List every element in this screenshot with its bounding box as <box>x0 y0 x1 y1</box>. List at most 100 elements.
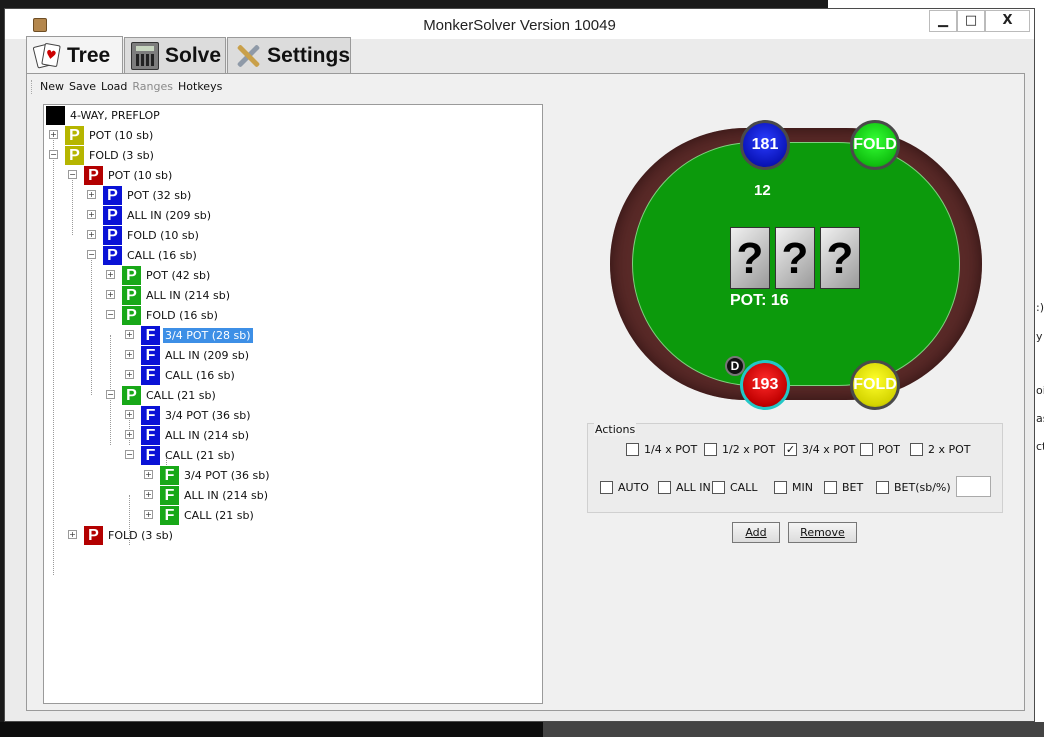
board-card[interactable]: ? <box>775 227 815 289</box>
tree-node-label: POT (32 sb) <box>127 188 192 202</box>
checkbox-icon[interactable] <box>774 481 787 494</box>
tree-node-label: FOLD (3 sb) <box>108 528 173 542</box>
tree-node[interactable]: F CALL (21 sb) <box>160 505 256 525</box>
checkbox-icon[interactable] <box>860 443 873 456</box>
action-checkbox[interactable]: BET(sb/%) <box>876 481 951 494</box>
tree-node[interactable]: P FOLD (3 sb) <box>65 145 156 165</box>
tree-node-label: 3/4 POT (28 sb) <box>163 327 253 343</box>
checkbox-icon[interactable] <box>626 443 639 456</box>
expand-icon[interactable]: + <box>125 350 134 359</box>
tree-node[interactable]: F CALL (21 sb) <box>141 445 237 465</box>
collapse-icon[interactable]: − <box>106 310 115 319</box>
checkbox-icon[interactable] <box>712 481 725 494</box>
expand-icon[interactable]: + <box>144 490 153 499</box>
action-checkbox-label: ALL IN <box>676 481 711 494</box>
save-button[interactable]: Save <box>69 80 96 93</box>
tree-node[interactable]: P FOLD (3 sb) <box>84 525 175 545</box>
action-checkbox-label: MIN <box>792 481 813 494</box>
tree-node[interactable]: F ALL IN (214 sb) <box>141 425 251 445</box>
expand-icon[interactable]: + <box>125 370 134 379</box>
new-button[interactable]: New <box>40 80 64 93</box>
expand-icon[interactable]: + <box>144 470 153 479</box>
tree-node-label: FOLD (10 sb) <box>127 228 199 242</box>
seat-bottom-left[interactable]: 193 <box>740 360 790 410</box>
checkbox-icon[interactable] <box>910 443 923 456</box>
expand-icon[interactable]: + <box>106 270 115 279</box>
tree-node[interactable]: P POT (32 sb) <box>103 185 193 205</box>
action-checkbox[interactable]: CALL <box>712 481 757 494</box>
tree-node[interactable]: P FOLD (10 sb) <box>103 225 201 245</box>
expand-icon[interactable]: + <box>87 210 96 219</box>
tree-node[interactable]: P ALL IN (214 sb) <box>122 285 232 305</box>
tree-node[interactable]: F 3/4 POT (28 sb) <box>141 325 253 345</box>
tree-node-label: CALL (21 sb) <box>165 448 235 462</box>
load-button[interactable]: Load <box>101 80 127 93</box>
checkbox-icon[interactable] <box>704 443 717 456</box>
expand-icon[interactable]: + <box>125 330 134 339</box>
expand-icon[interactable]: + <box>87 230 96 239</box>
collapse-icon[interactable]: − <box>87 250 96 259</box>
add-button[interactable]: Add <box>732 522 780 543</box>
action-checkbox[interactable]: 1/4 x POT <box>626 443 697 456</box>
collapse-icon[interactable]: − <box>49 150 58 159</box>
expand-icon[interactable]: + <box>68 530 77 539</box>
checkbox-checked-icon[interactable]: ✓ <box>784 443 797 456</box>
expand-icon[interactable]: + <box>49 130 58 139</box>
expand-icon[interactable]: + <box>125 410 134 419</box>
tab-settings[interactable]: Settings <box>227 37 351 73</box>
expand-icon[interactable]: + <box>144 510 153 519</box>
collapse-icon[interactable]: − <box>106 390 115 399</box>
title-bar[interactable]: MonkerSolver Version 10049 ▁ □ X <box>5 9 1034 39</box>
action-checkbox[interactable]: MIN <box>774 481 813 494</box>
close-button[interactable]: X <box>985 10 1030 32</box>
tree-node[interactable]: P CALL (16 sb) <box>103 245 199 265</box>
collapse-icon[interactable]: − <box>68 170 77 179</box>
remove-button[interactable]: Remove <box>788 522 857 543</box>
tree-node[interactable]: F 3/4 POT (36 sb) <box>141 405 253 425</box>
action-checkbox[interactable]: ✓ 3/4 x POT <box>784 443 855 456</box>
tree-node[interactable]: P POT (42 sb) <box>122 265 212 285</box>
tree-node[interactable]: F 3/4 POT (36 sb) <box>160 465 272 485</box>
checkbox-icon[interactable] <box>600 481 613 494</box>
checkbox-icon[interactable] <box>876 481 889 494</box>
action-checkbox-label: BET(sb/%) <box>894 481 951 494</box>
checkbox-icon[interactable] <box>658 481 671 494</box>
action-checkbox[interactable]: AUTO <box>600 481 649 494</box>
poker-table: 181 FOLD 12 ? ? ? POT: 16 D 193 FOLD <box>610 120 982 410</box>
action-checkbox[interactable]: POT <box>860 443 900 456</box>
minimize-button[interactable]: ▁ <box>929 10 957 32</box>
expand-icon[interactable]: + <box>106 290 115 299</box>
bet-size-input[interactable] <box>956 476 991 497</box>
tab-content-panel: New Save Load Ranges Hotkeys 4-WAY, PREF… <box>26 73 1025 711</box>
seat-top-right[interactable]: FOLD <box>850 120 900 170</box>
maximize-button[interactable]: □ <box>957 10 985 32</box>
seat-bottom-right[interactable]: FOLD <box>850 360 900 410</box>
tab-tree[interactable]: ♥ Tree <box>26 36 123 74</box>
tree-node[interactable]: P POT (10 sb) <box>84 165 174 185</box>
tree-node[interactable]: P CALL (21 sb) <box>122 385 218 405</box>
node-type-badge: F <box>160 505 179 525</box>
tree-node[interactable]: P FOLD (16 sb) <box>122 305 220 325</box>
board-cards: ? ? ? <box>730 227 860 289</box>
expand-icon[interactable]: + <box>87 190 96 199</box>
seat-top-left[interactable]: 181 <box>740 120 790 170</box>
tree-node[interactable]: F CALL (16 sb) <box>141 365 237 385</box>
action-checkbox[interactable]: 1/2 x POT <box>704 443 775 456</box>
tree-guide-line <box>91 255 92 395</box>
game-tree[interactable]: 4-WAY, PREFLOP + P POT (10 sb) − P FOLD (3 sb)… <box>43 104 543 704</box>
tree-node[interactable]: P ALL IN (209 sb) <box>103 205 213 225</box>
hotkeys-button[interactable]: Hotkeys <box>178 80 222 93</box>
tree-node[interactable]: F ALL IN (209 sb) <box>141 345 251 365</box>
tree-node[interactable]: P POT (10 sb) <box>65 125 155 145</box>
board-card[interactable]: ? <box>820 227 860 289</box>
tree-node[interactable]: F ALL IN (214 sb) <box>160 485 270 505</box>
action-checkbox[interactable]: ALL IN <box>658 481 711 494</box>
collapse-icon[interactable]: − <box>125 450 134 459</box>
tree-root[interactable]: 4-WAY, PREFLOP <box>46 105 162 125</box>
board-card[interactable]: ? <box>730 227 770 289</box>
expand-icon[interactable]: + <box>125 430 134 439</box>
tab-solve[interactable]: Solve <box>124 37 226 73</box>
action-checkbox[interactable]: 2 x POT <box>910 443 971 456</box>
action-checkbox[interactable]: BET <box>824 481 863 494</box>
checkbox-icon[interactable] <box>824 481 837 494</box>
